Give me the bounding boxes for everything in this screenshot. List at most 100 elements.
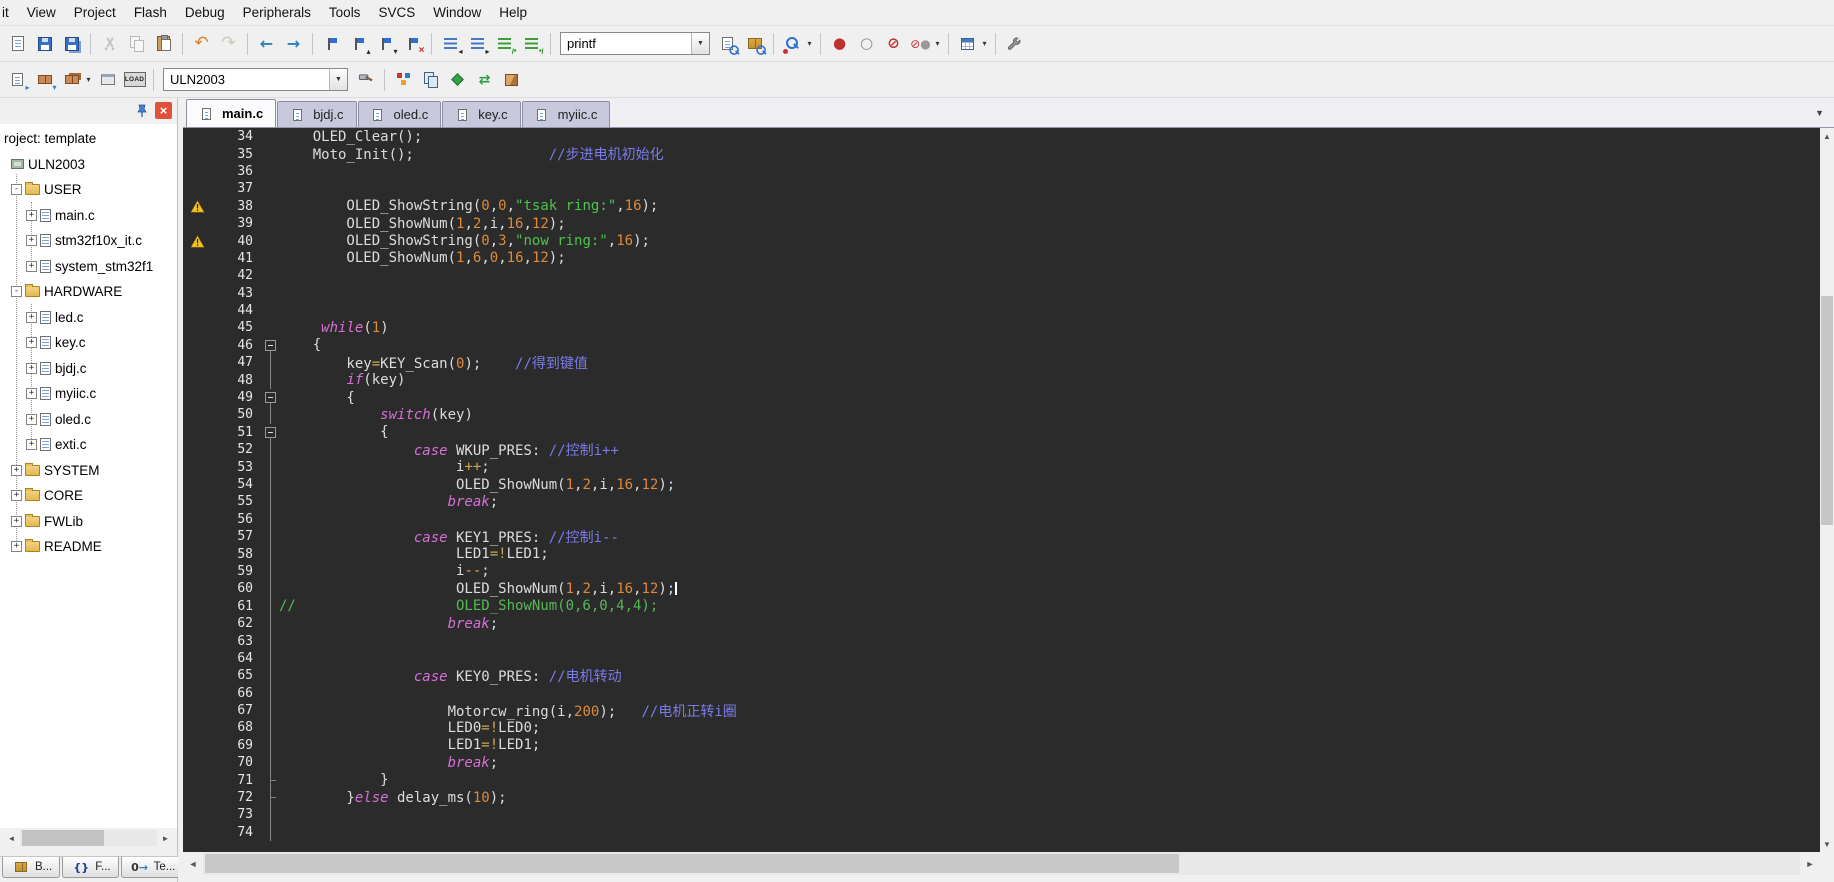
bookmark-toggle-button[interactable] [318, 31, 345, 57]
download-load-button[interactable]: LOAD [121, 67, 148, 93]
scrollbar-track[interactable] [20, 830, 157, 846]
code-text[interactable]: OLED_ShowNum(1,6,0,16,12); [279, 250, 1820, 266]
menu-item-help[interactable]: Help [490, 5, 536, 20]
tree-item-key-c[interactable]: + key.c [0, 330, 177, 356]
editor-hscrollbar[interactable]: ◄ ► [183, 852, 1834, 875]
fold-marker[interactable] [263, 337, 279, 355]
scrollbar-track[interactable] [203, 852, 1800, 875]
expand-expander-icon[interactable]: + [26, 209, 37, 221]
editor-tab-bjdj-c[interactable]: bjdj.c [277, 101, 357, 127]
pack-installer-button[interactable] [498, 67, 525, 93]
build-button[interactable]: ▾ [31, 67, 58, 93]
options-for-target-button[interactable] [352, 67, 379, 93]
code-text[interactable]: switch(key) [279, 407, 1820, 423]
tree-item-stm32f10x-it-c[interactable]: + stm32f10x_it.c [0, 228, 177, 254]
tree-item-oled-c[interactable]: + oled.c [0, 407, 177, 433]
panel-tab-templates[interactable]: 0→ Te... [120, 857, 184, 878]
code-text[interactable]: OLED_ShowNum(1,2,i,16,12); [279, 216, 1820, 232]
tree-item-fwlib[interactable]: + FWLib [0, 509, 177, 535]
copy-button[interactable] [123, 31, 150, 57]
pushpin-icon[interactable] [133, 102, 150, 119]
menu-item-peripherals[interactable]: Peripherals [234, 5, 320, 20]
code-text[interactable]: OLED_ShowNum(1,2,i,16,12); [279, 477, 1820, 493]
tree-item-exti-c[interactable]: + exti.c [0, 432, 177, 458]
menu-item-svcs[interactable]: SVCS [369, 5, 424, 20]
project-panel-hscrollbar[interactable]: ◄ ► [3, 830, 174, 846]
scroll-left-arrow[interactable]: ◄ [183, 852, 203, 875]
expand-expander-icon[interactable]: + [11, 515, 22, 527]
manage-project-items-button[interactable] [390, 67, 417, 93]
code-text[interactable]: LED0=!LED0; [279, 720, 1820, 736]
nav-back-button[interactable]: ← [253, 31, 280, 57]
code-text[interactable]: // OLED_ShowNum(0,6,0,4,4); [279, 598, 1820, 614]
expand-expander-icon[interactable]: + [26, 311, 37, 323]
menu-item-tools[interactable]: Tools [320, 5, 370, 20]
code-text[interactable]: OLED_ShowString(0,0,"tsak ring:",16); [279, 198, 1820, 214]
code-text[interactable]: { [279, 424, 1820, 440]
incremental-find-button[interactable] [779, 31, 806, 57]
code-text[interactable]: OLED_ShowString(0,3,"now ring:",16); [279, 233, 1820, 249]
manage-rte-button[interactable] [444, 67, 471, 93]
scrollbar-thumb[interactable] [22, 830, 105, 846]
code-text[interactable]: while(1) [279, 320, 1820, 336]
expand-expander-icon[interactable]: + [26, 362, 37, 374]
tree-item-core[interactable]: + CORE [0, 483, 177, 509]
unindent-button[interactable]: ◂ [437, 31, 464, 57]
code-text[interactable]: } [279, 772, 1820, 788]
menu-item-flash[interactable]: Flash [125, 5, 176, 20]
comment-selection-button[interactable]: /* [491, 31, 518, 57]
expand-expander-icon[interactable]: + [26, 388, 37, 400]
bookmark-prev-button[interactable]: ▴ [345, 31, 372, 57]
scroll-up-arrow[interactable]: ▲ [1820, 128, 1834, 144]
code-text[interactable]: i++; [279, 459, 1820, 475]
tree-item-hardware[interactable]: - HARDWARE [0, 279, 177, 305]
code-text[interactable]: break; [279, 755, 1820, 771]
breakpoint-disable-all-button[interactable]: ⊘ [880, 31, 907, 57]
editor-vscrollbar[interactable]: ▲ ▼ [1820, 128, 1834, 852]
code-text[interactable]: key=KEY_Scan(0); //得到键值 [279, 353, 1820, 373]
find-in-files-button[interactable] [714, 31, 741, 57]
code-text[interactable]: OLED_Clear(); [279, 129, 1820, 145]
tree-item-main-c[interactable]: + main.c [0, 203, 177, 229]
bookmark-next-button[interactable]: ▾ [372, 31, 399, 57]
tree-item-roject-template[interactable]: roject: template [0, 126, 177, 152]
tree-item-system-stm32f1[interactable]: + system_stm32f1 [0, 254, 177, 280]
bookmark-clear-all-button[interactable]: × [399, 31, 426, 57]
scroll-left-arrow[interactable]: ◄ [3, 830, 20, 846]
expand-expander-icon[interactable]: + [26, 413, 37, 425]
editor-tab-oled-c[interactable]: oled.c [357, 101, 442, 127]
scroll-down-arrow[interactable]: ▼ [1820, 836, 1834, 852]
code-text[interactable]: i--; [279, 563, 1820, 579]
code-text[interactable]: LED1=!LED1; [279, 737, 1820, 753]
code-text[interactable]: break; [279, 494, 1820, 510]
translate-button[interactable]: ▸ [4, 67, 31, 93]
uncomment-selection-button[interactable]: */ [518, 31, 545, 57]
paste-button[interactable] [150, 31, 177, 57]
expand-expander-icon[interactable]: + [11, 464, 22, 476]
breakpoint-toggle-button[interactable]: ● [826, 31, 853, 57]
close-panel-button[interactable]: × [155, 102, 172, 119]
expand-expander-icon[interactable]: + [26, 439, 37, 451]
indent-button[interactable]: ▸ [464, 31, 491, 57]
expand-expander-icon[interactable]: + [26, 337, 37, 349]
select-software-packs-button[interactable]: ⇄ [471, 67, 498, 93]
configure-button[interactable] [1001, 31, 1028, 57]
rebuild-button[interactable] [58, 67, 85, 93]
panel-tab-functions[interactable]: {} F... [62, 857, 119, 878]
find-dropdown-arrow[interactable]: ▼ [691, 33, 709, 54]
tree-item-user[interactable]: - USER [0, 177, 177, 203]
debug-windows-button[interactable] [954, 31, 981, 57]
tree-item-readme[interactable]: + README [0, 534, 177, 560]
menu-item-it[interactable]: it [0, 5, 18, 20]
find-combo[interactable]: printf ▼ [560, 32, 710, 55]
expand-expander-icon[interactable]: + [11, 490, 22, 502]
fold-marker[interactable] [263, 424, 279, 442]
tab-list-dropdown-icon[interactable]: ▼ [1815, 108, 1824, 118]
save-button[interactable] [31, 31, 58, 57]
scrollbar-thumb[interactable] [1821, 296, 1833, 525]
target-combo[interactable]: ULN2003 ▼ [163, 68, 348, 91]
scroll-right-arrow[interactable]: ► [1800, 852, 1820, 875]
tree-item-myiic-c[interactable]: + myiic.c [0, 381, 177, 407]
scrollbar-thumb[interactable] [205, 854, 1180, 873]
tree-item-uln2003[interactable]: ULN2003 [0, 152, 177, 178]
